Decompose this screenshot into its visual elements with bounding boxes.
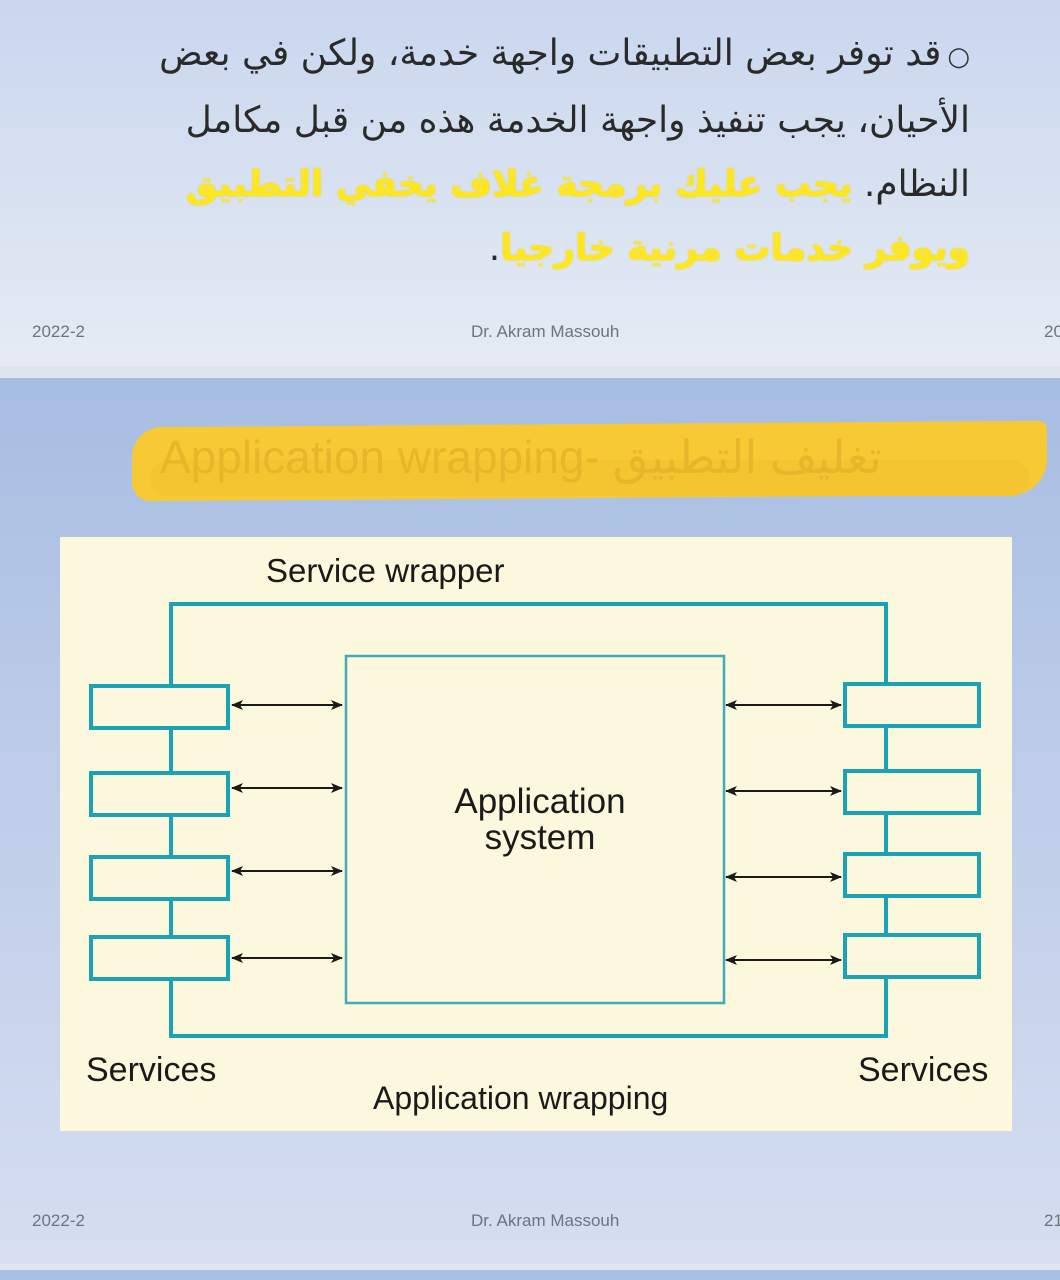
service-wrapper-label: Service wrapper xyxy=(266,552,504,589)
left-service-box xyxy=(89,771,230,817)
left-service-box xyxy=(89,855,230,901)
application-system-label-line2: system xyxy=(485,818,596,857)
footer-author: Dr. Akram Massouh xyxy=(471,1211,620,1230)
footer-date: 2022-2 xyxy=(32,1211,85,1230)
right-service-box xyxy=(843,933,981,979)
left-services-label: Services xyxy=(86,1051,216,1089)
bullet-paragraph: ○قد توفر بعض التطبيقات واجهة خدمة، ولكن … xyxy=(70,22,970,281)
application-system-label-line1: Application xyxy=(454,782,625,821)
slide-title: Application wrapping- تغليف التطبيق xyxy=(160,431,882,483)
right-service-box xyxy=(843,682,981,728)
paragraph-end: . xyxy=(488,228,501,269)
application-wrapping-diagram: Service wrapper Application system Servi… xyxy=(86,552,988,1116)
application-wrapping-figure: Service wrapper Application system Servi… xyxy=(60,537,1012,1131)
footer-author: Dr. Akram Massouh xyxy=(471,322,620,341)
footer-page-number: 21 xyxy=(1044,1211,1060,1230)
footer-date: 2022-2 xyxy=(32,322,85,341)
right-service-box xyxy=(843,852,981,898)
left-service-box xyxy=(89,684,230,730)
right-service-box xyxy=(843,769,981,815)
footer-page-number: 20 xyxy=(1044,322,1060,341)
figure-caption: Application wrapping xyxy=(373,1080,668,1116)
right-services-label: Services xyxy=(858,1051,988,1089)
next-slide-edge xyxy=(0,1270,1060,1280)
left-service-box xyxy=(89,935,230,981)
circle-bullet-icon: ○ xyxy=(947,42,970,72)
slide-top: ○قد توفر بعض التطبيقات واجهة خدمة، ولكن … xyxy=(0,0,1060,366)
